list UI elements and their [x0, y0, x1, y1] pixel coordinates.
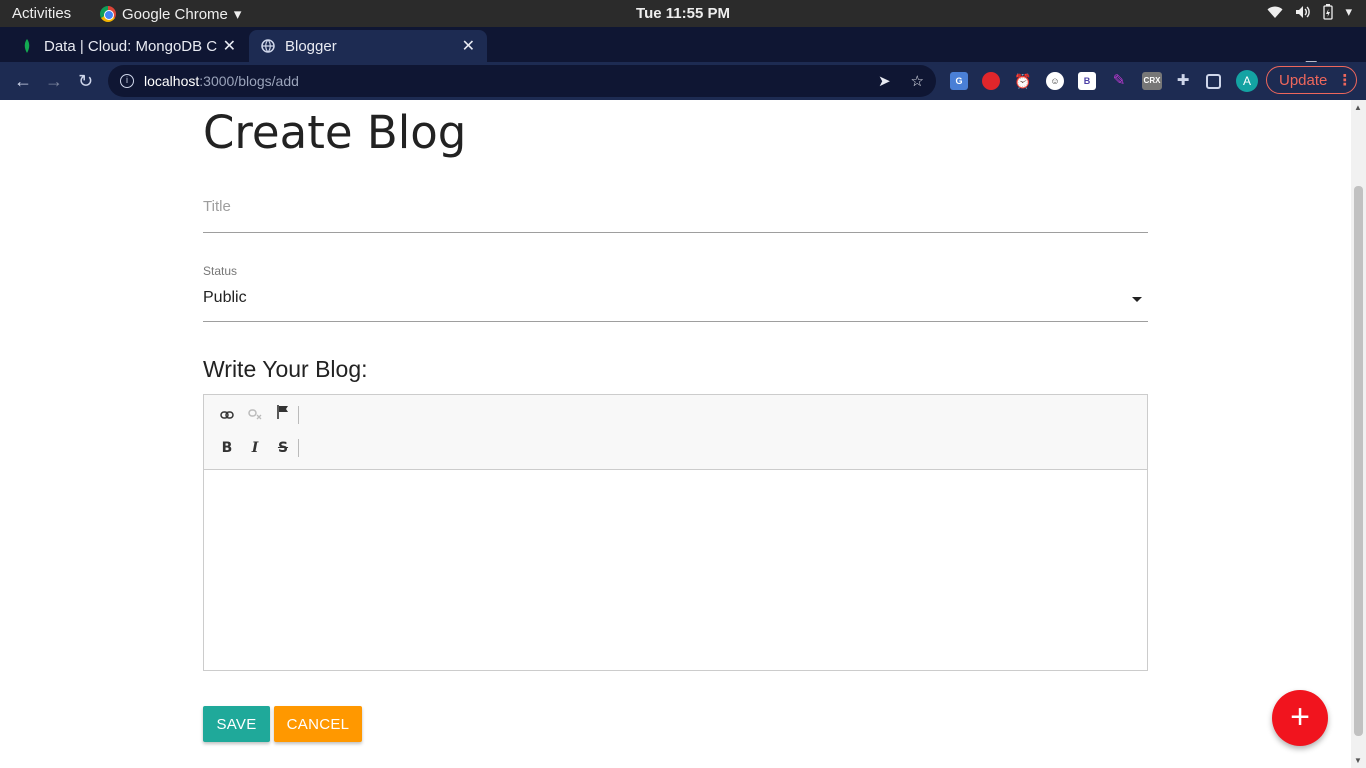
- tab-blogger[interactable]: Blogger ✕: [249, 30, 487, 62]
- rich-text-editor: B I S: [203, 394, 1148, 671]
- adblock-icon[interactable]: [982, 72, 1000, 90]
- close-icon[interactable]: ✕: [462, 36, 475, 56]
- b-extension-icon[interactable]: B: [1078, 72, 1096, 90]
- clock[interactable]: Tue 11:55 PM: [0, 5, 1366, 22]
- page-content: Create Blog Status Public Write Your Blo…: [0, 100, 1366, 768]
- page-title: Create Blog: [203, 106, 467, 159]
- browser-toolbar: ← → ↻ i localhost:3000/blogs/add ➤ ☆ G ⏰…: [0, 62, 1366, 100]
- send-icon[interactable]: ➤: [878, 72, 891, 90]
- system-top-bar: Activities Google Chrome ▾ Tue 11:55 PM …: [0, 0, 1366, 27]
- tab-title: Data | Cloud: MongoDB Cl: [44, 37, 217, 55]
- scrollbar-thumb[interactable]: [1354, 186, 1363, 736]
- scroll-up-icon[interactable]: ▲: [1354, 103, 1362, 112]
- bold-icon[interactable]: B: [217, 438, 237, 458]
- editor-text-area[interactable]: [204, 470, 1147, 670]
- face-icon[interactable]: ☺: [1046, 72, 1064, 90]
- status-label: Status: [203, 264, 238, 278]
- status-select[interactable]: Public: [203, 282, 1148, 322]
- unlink-icon[interactable]: [245, 405, 265, 425]
- mongodb-leaf-icon: [20, 39, 34, 53]
- volume-icon: [1296, 6, 1311, 18]
- wifi-icon: [1267, 6, 1283, 18]
- url-path: :3000/blogs/add: [199, 73, 299, 89]
- battery-icon: [1323, 4, 1334, 20]
- editor-toolbar: B I S: [204, 395, 1147, 470]
- tab-mongodb[interactable]: Data | Cloud: MongoDB Cl ✕: [8, 30, 248, 62]
- tab-title: Blogger: [285, 37, 337, 55]
- caret-down-icon: [1132, 297, 1142, 302]
- alarm-clock-icon[interactable]: ⏰: [1014, 72, 1032, 90]
- system-tray[interactable]: ▾: [1267, 4, 1352, 20]
- scroll-down-icon[interactable]: ▼: [1354, 756, 1362, 765]
- update-label: Update: [1279, 71, 1328, 89]
- update-button[interactable]: Update ⋮: [1266, 66, 1357, 94]
- chevron-down-icon: ▾: [1345, 4, 1352, 19]
- cancel-button[interactable]: CANCEL: [274, 706, 362, 742]
- google-translate-icon[interactable]: G: [950, 72, 968, 90]
- globe-icon: [261, 39, 275, 53]
- address-bar[interactable]: i localhost:3000/blogs/add ➤ ☆: [108, 65, 936, 97]
- feather-icon[interactable]: ✎: [1110, 72, 1128, 90]
- status-selected-value: Public: [203, 289, 247, 306]
- reload-icon[interactable]: ↻: [78, 71, 93, 92]
- strikethrough-icon[interactable]: S: [273, 438, 293, 458]
- back-icon[interactable]: ←: [14, 71, 32, 92]
- tab-strip: Data | Cloud: MongoDB Cl ✕ Blogger ✕ + ⌄…: [0, 27, 1366, 83]
- add-fab-button[interactable]: +: [1272, 690, 1328, 746]
- flag-anchor-icon[interactable]: [273, 404, 293, 424]
- link-icon[interactable]: [217, 405, 237, 425]
- bookmark-star-icon[interactable]: ☆: [911, 72, 924, 90]
- close-icon[interactable]: ✕: [223, 36, 236, 56]
- more-vert-icon: ⋮: [1337, 72, 1353, 89]
- url-host: localhost: [144, 73, 200, 89]
- forward-icon[interactable]: →: [45, 71, 63, 92]
- title-input[interactable]: [203, 186, 1148, 226]
- italic-icon[interactable]: I: [245, 438, 265, 458]
- puzzle-icon[interactable]: ✚: [1174, 72, 1192, 90]
- toolbar-separator: [298, 406, 299, 424]
- page-scrollbar[interactable]: ▲ ▼: [1351, 100, 1366, 768]
- side-panel-icon[interactable]: [1206, 74, 1221, 89]
- crx-icon[interactable]: CRX: [1142, 72, 1162, 90]
- avatar[interactable]: A: [1236, 70, 1258, 92]
- editor-heading: Write Your Blog:: [203, 356, 368, 382]
- info-icon[interactable]: i: [120, 74, 134, 88]
- title-field[interactable]: [203, 186, 1148, 233]
- save-button[interactable]: SAVE: [203, 706, 270, 742]
- toolbar-separator: [298, 439, 299, 457]
